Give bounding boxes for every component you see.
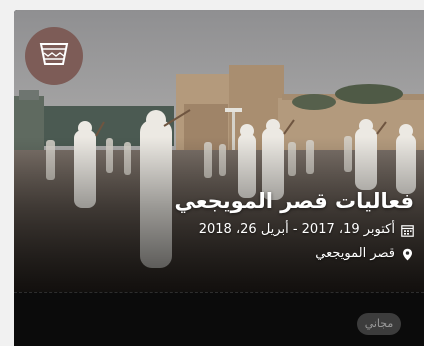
event-location-row: قصر المويجعي [34,244,414,264]
category-badge [25,27,83,85]
map-pin-icon [401,248,414,261]
basket-icon [39,41,69,71]
event-card[interactable]: فعاليات قصر المويجعي أكتوبر 19، 2017 - أ… [14,10,424,346]
event-date: أكتوبر 19، 2017 - أبريل 26، 2018 [198,222,395,237]
event-title[interactable]: فعاليات قصر المويجعي [34,186,414,216]
price-badge: مجاني [357,313,401,335]
event-info: فعاليات قصر المويجعي أكتوبر 19، 2017 - أ… [34,186,414,264]
event-location[interactable]: قصر المويجعي [315,244,395,264]
card-divider [14,292,424,293]
calendar-icon [401,224,414,237]
event-date-row: أكتوبر 19، 2017 - أبريل 26، 2018 [34,220,414,240]
